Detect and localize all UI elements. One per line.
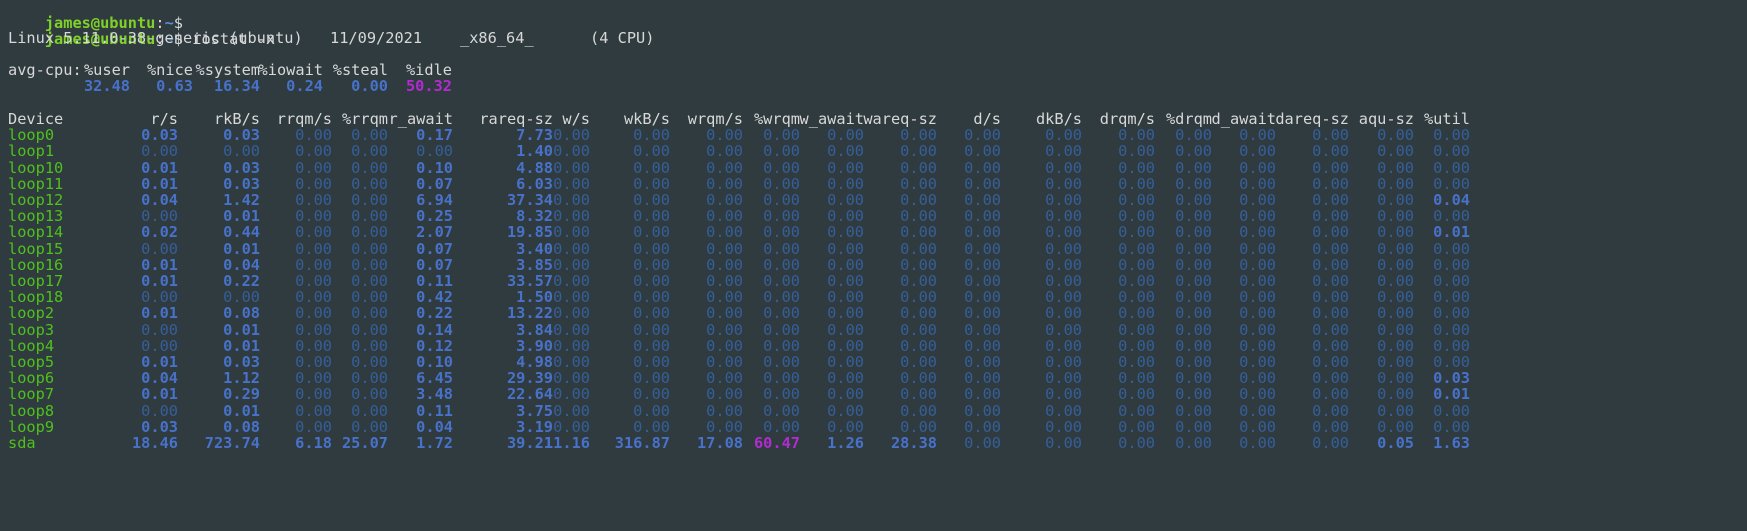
table-cell: 28.38 bbox=[890, 434, 937, 452]
table-cell: 18.46 bbox=[131, 434, 178, 452]
date-info: 11/09/2021 bbox=[330, 29, 423, 47]
cpu-info: (4 CPU) bbox=[590, 29, 655, 47]
table-cell: 6.18 bbox=[295, 434, 332, 452]
kernel-info: Linux 5.11.0-38-generic (ubuntu) bbox=[8, 29, 303, 47]
avg-cpu-value: 32.48 bbox=[83, 77, 130, 95]
table-cell: 0.00 bbox=[1312, 434, 1349, 452]
table-cell: 0.00 bbox=[1239, 434, 1276, 452]
avg-cpu-value: 0.00 bbox=[351, 77, 388, 95]
table-cell: 1.26 bbox=[827, 434, 864, 452]
avg-cpu-value: 0.63 bbox=[156, 77, 193, 95]
table-cell: 0.00 bbox=[1175, 434, 1212, 452]
table-cell: 17.08 bbox=[696, 434, 743, 452]
table-cell: 1.63 bbox=[1433, 434, 1470, 452]
table-cell: 60.47 bbox=[753, 434, 800, 452]
avg-cpu-value: 0.24 bbox=[286, 77, 323, 95]
arch-info: _x86_64_ bbox=[460, 29, 534, 47]
table-cell: 0.00 bbox=[1118, 434, 1155, 452]
table-cell: 723.74 bbox=[204, 434, 260, 452]
avg-cpu-value: 16.34 bbox=[213, 77, 260, 95]
avg-cpu-label: avg-cpu: bbox=[8, 61, 82, 79]
terminal-window[interactable]: james@ubuntu:~$ james@ubuntu:~$ iostat -… bbox=[0, 0, 1747, 531]
avg-cpu-value: 50.32 bbox=[405, 77, 452, 95]
table-cell: 0.05 bbox=[1377, 434, 1414, 452]
table-cell: 0.00 bbox=[964, 434, 1001, 452]
device-name: sda bbox=[8, 434, 36, 452]
table-cell: 0.00 bbox=[1045, 434, 1082, 452]
table-cell: 11.16 bbox=[543, 434, 590, 452]
prompt-line-2: james@ubuntu:~$ iostat -x bbox=[8, 12, 275, 48]
table-cell: 1.72 bbox=[416, 434, 453, 452]
table-cell: 25.07 bbox=[341, 434, 388, 452]
table-cell: 316.87 bbox=[614, 434, 670, 452]
